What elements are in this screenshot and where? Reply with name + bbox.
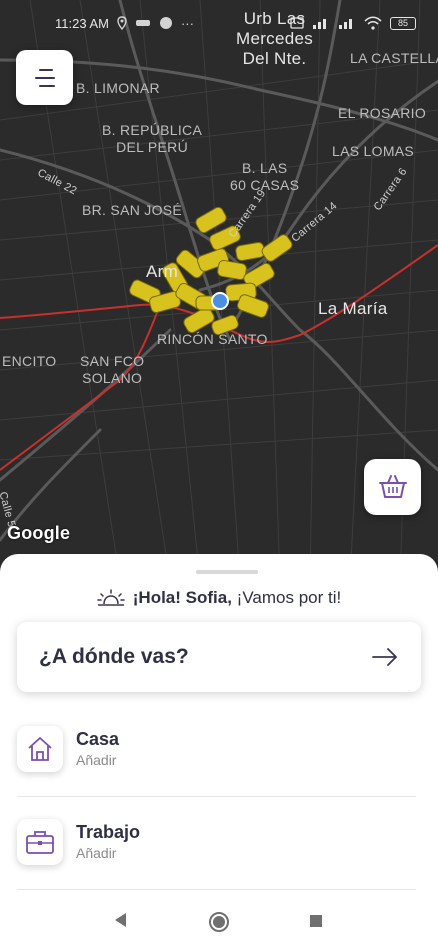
map-label-b-las-60-casas: B. LAS 60 CASAS — [230, 160, 300, 193]
briefcase-icon — [26, 831, 54, 854]
signal-icon — [313, 19, 326, 29]
menu-button[interactable] — [16, 50, 73, 105]
recents-icon[interactable] — [309, 914, 323, 928]
place-title: Trabajo — [76, 822, 141, 842]
location-icon — [117, 16, 127, 30]
map-label-arm: Arm — [146, 262, 179, 281]
where-to-button[interactable]: ¿A dónde vas? — [17, 622, 421, 692]
signal-2-icon — [339, 19, 352, 29]
where-to-label: ¿A dónde vas? — [39, 645, 189, 668]
map-label-la-castella: LA CASTELLA — [350, 50, 438, 66]
sim-icon — [290, 17, 304, 29]
greeting-message: ¡Vamos por ti! — [236, 588, 342, 607]
arrow-right-icon — [372, 648, 397, 666]
basket-button[interactable] — [364, 459, 421, 515]
messenger-icon — [159, 17, 172, 29]
wifi-icon — [364, 16, 382, 30]
place-item-work[interactable]: Trabajo Añadir — [17, 807, 421, 877]
home-icon — [28, 737, 52, 761]
sheet-drag-handle[interactable] — [196, 570, 258, 574]
google-attribution: Google — [7, 523, 71, 543]
more-notifications-icon: ··· — [180, 15, 194, 31]
place-subtitle: Añadir — [76, 845, 117, 861]
map-label-br-san-jose: BR. SAN JOSÉ — [82, 202, 183, 218]
map-label-b-republica: B. REPÚBLICA DEL PERÚ — [102, 122, 203, 155]
place-subtitle: Añadir — [76, 752, 117, 768]
place-title: Casa — [76, 729, 120, 749]
place-item-home[interactable]: Casa Añadir — [17, 714, 421, 784]
map-label-el-rosario: EL ROSARIO — [338, 105, 427, 121]
basket-icon — [378, 475, 407, 498]
current-location-dot — [211, 292, 229, 310]
system-nav-bar — [0, 897, 438, 950]
back-icon[interactable] — [112, 911, 128, 929]
sunrise-icon — [97, 589, 125, 606]
home-nav-icon[interactable] — [208, 911, 230, 933]
bottom-sheet: ¡Hola! Sofia, ¡Vamos por ti! ¿A dónde va… — [0, 554, 438, 950]
app-notification-icon — [135, 20, 150, 26]
map-label-la-maria: La María — [318, 299, 388, 318]
divider — [17, 796, 416, 797]
map-label-b-limonar: B. LIMONAR — [76, 80, 160, 96]
status-time: 11:23 AM — [55, 15, 109, 31]
map-label-san-fco-solano: SAN FCO SOLANO — [80, 353, 145, 386]
map-label-encito: ENCITO — [2, 353, 57, 369]
greeting: ¡Hola! Sofia, ¡Vamos por ti! — [0, 588, 438, 608]
divider — [17, 889, 416, 890]
battery-icon: 85 — [390, 16, 416, 30]
map-label-las-lomas: LAS LOMAS — [332, 143, 415, 159]
status-bar: 11:23 AM ··· 85 — [0, 0, 438, 46]
map-label-rincon-santo: RINCÓN SANTO — [157, 331, 268, 347]
greeting-name: ¡Hola! Sofia, — [132, 588, 232, 607]
menu-icon — [38, 68, 53, 71]
